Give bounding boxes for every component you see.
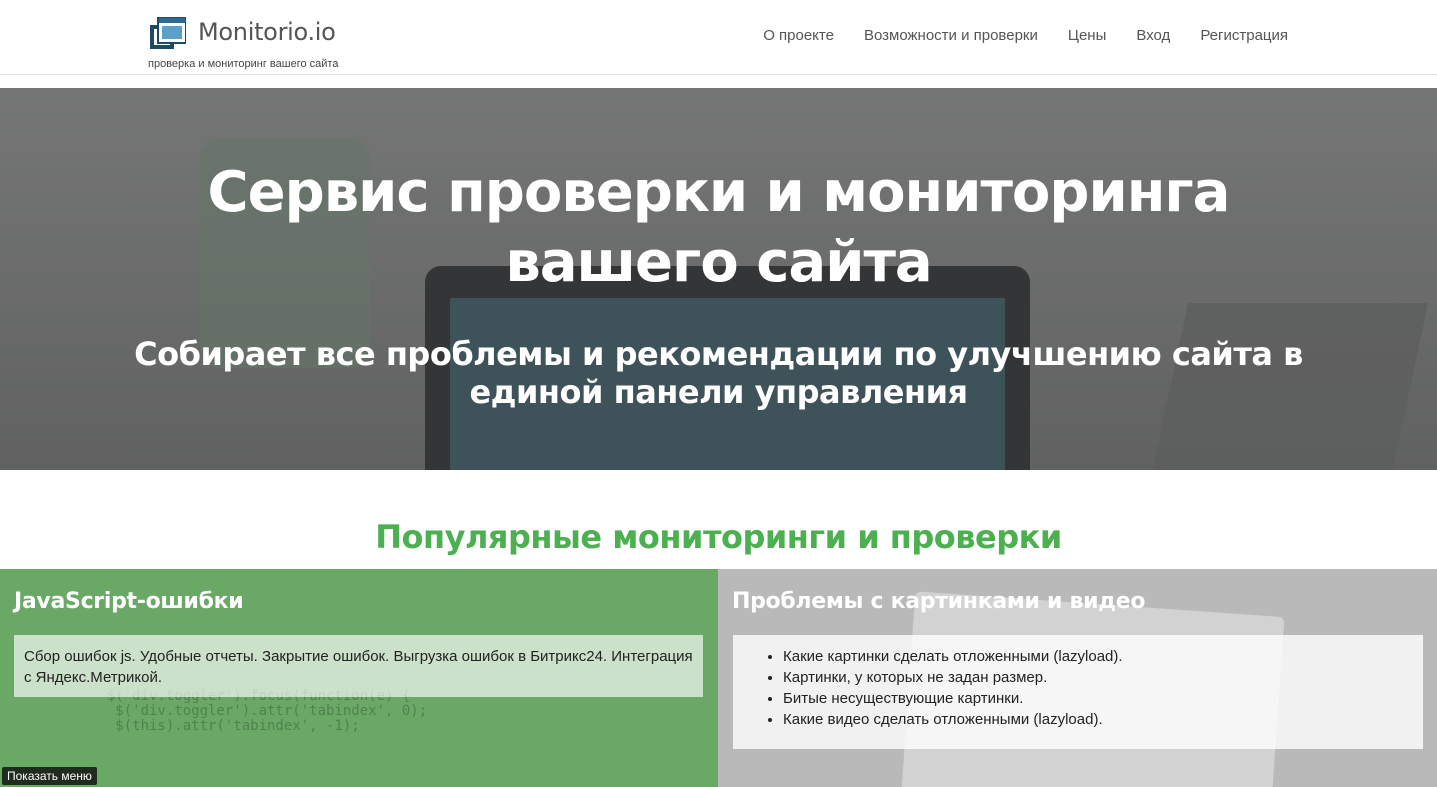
site-header: Monitorio.io проверка и мониторинг вашег… <box>0 0 1437 75</box>
show-menu-button[interactable]: Показать меню <box>2 767 97 785</box>
card-javascript-errors[interactable]: $('div.toggler').focus(function(e) { $('… <box>0 569 718 787</box>
nav-item-login[interactable]: Вход <box>1136 27 1170 44</box>
list-item: Битые несуществующие картинки. <box>783 688 1413 709</box>
logo-tagline: проверка и мониторинг вашего сайта <box>148 58 339 70</box>
hero-subtitle: Собирает все проблемы и рекомендации по … <box>134 335 1303 411</box>
hero-title: Сервис проверки и мониторинга вашего сай… <box>207 160 1231 295</box>
logo-text: Monitorio.io <box>198 18 336 46</box>
list-item: Какие видео сделать отложенными (lazyloa… <box>783 709 1413 730</box>
hero-banner: Сервис проверки и мониторинга вашего сай… <box>0 88 1437 470</box>
list-item: Какие картинки сделать отложенными (lazy… <box>783 646 1413 667</box>
popular-section-title: Популярные мониторинги и проверки <box>375 518 1062 556</box>
main-nav: О проекте Возможности и проверки Цены Вх… <box>763 27 1288 44</box>
card-title: Проблемы с картинками и видео <box>732 589 1146 614</box>
monitor-windows-icon <box>150 17 186 49</box>
card-list-box: Какие картинки сделать отложенными (lazy… <box>733 635 1423 749</box>
nav-item-register[interactable]: Регистрация <box>1200 27 1288 44</box>
nav-item-pricing[interactable]: Цены <box>1068 27 1107 44</box>
nav-item-about[interactable]: О проекте <box>763 27 834 44</box>
card-description: Сбор ошибок js. Удобные отчеты. Закрытие… <box>14 635 703 697</box>
card-images-video[interactable]: Проблемы с картинками и видео Какие карт… <box>718 569 1437 787</box>
card-list: Какие картинки сделать отложенными (lazy… <box>783 646 1413 730</box>
nav-item-features[interactable]: Возможности и проверки <box>864 27 1038 44</box>
card-title: JavaScript-ошибки <box>14 589 244 614</box>
list-item: Картинки, у которых не задан размер. <box>783 667 1413 688</box>
